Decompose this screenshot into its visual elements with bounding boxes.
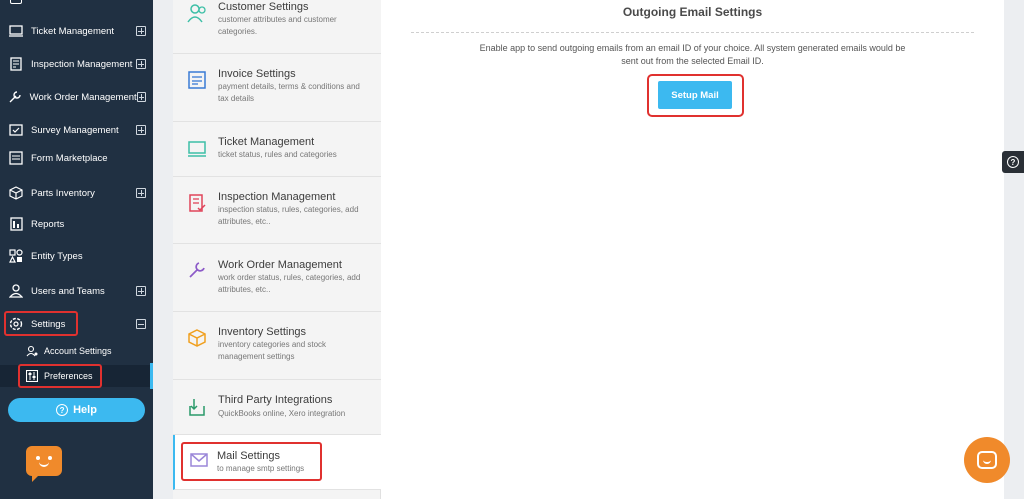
help-label: Help bbox=[73, 404, 97, 416]
sidebar-subitem-account-settings[interactable]: Account Settings bbox=[0, 340, 153, 362]
card-title: Work Order Management bbox=[218, 259, 342, 271]
card-description: inspection status, rules, categories, ad… bbox=[218, 205, 359, 226]
sidebar-item-label: Form Marketplace bbox=[31, 152, 108, 164]
settings-card-work-order[interactable]: Work Order Management work order status,… bbox=[173, 244, 381, 312]
chat-launcher-button[interactable] bbox=[964, 437, 1010, 483]
settings-list: Customer Settings customer attributes an… bbox=[173, 0, 381, 499]
sidebar-item-reports[interactable]: Reports bbox=[0, 209, 153, 239]
card-description: ticket status, rules and categories bbox=[218, 150, 337, 159]
card-title: Third Party Integrations bbox=[218, 394, 333, 406]
box-icon bbox=[8, 185, 24, 201]
mail-settings-highlight bbox=[181, 442, 322, 481]
sidebar-item-label: Inspection Management bbox=[31, 58, 133, 70]
ticket-icon bbox=[8, 23, 24, 39]
settings-card-ticket[interactable]: Ticket Management ticket status, rules a… bbox=[173, 122, 381, 177]
box-icon bbox=[188, 329, 206, 347]
chat-bot-icon[interactable] bbox=[26, 446, 62, 482]
card-description: customer attributes and customer categor… bbox=[218, 15, 337, 36]
inspection-icon bbox=[189, 194, 206, 212]
settings-highlight bbox=[4, 311, 78, 336]
reports-icon bbox=[8, 216, 24, 232]
settings-card-inspection[interactable]: Inspection Management inspection status,… bbox=[173, 177, 381, 244]
expand-icon[interactable] bbox=[136, 92, 146, 102]
wrench-icon bbox=[189, 262, 205, 278]
expand-icon[interactable] bbox=[136, 125, 146, 135]
shapes-icon bbox=[8, 248, 24, 264]
account-settings-icon bbox=[26, 345, 38, 357]
expand-icon[interactable] bbox=[136, 59, 146, 69]
integration-icon bbox=[189, 399, 205, 416]
customer-icon bbox=[187, 4, 206, 23]
sidebar-item-entity-types[interactable]: Entity Types bbox=[0, 241, 153, 271]
card-title: Inspection Management bbox=[218, 191, 336, 203]
sidebar-item-users-and-teams[interactable]: Users and Teams bbox=[0, 276, 153, 306]
main-content: Outgoing Email Settings Enable app to se… bbox=[381, 0, 1004, 499]
help-side-button[interactable]: ? bbox=[1002, 151, 1024, 173]
user-icon bbox=[8, 283, 24, 299]
chat-icon bbox=[977, 451, 997, 469]
sidebar-item-parts-inventory[interactable]: Parts Inventory bbox=[0, 178, 153, 208]
settings-card-inventory[interactable]: Inventory Settings inventory categories … bbox=[173, 312, 381, 380]
card-description: inventory categories and stock managemen… bbox=[218, 340, 327, 361]
sidebar-item-label: Reports bbox=[31, 218, 65, 230]
question-icon: ? bbox=[56, 404, 69, 416]
form-icon bbox=[8, 150, 24, 166]
invoice-icon bbox=[188, 71, 206, 89]
card-title: Ticket Management bbox=[218, 136, 315, 148]
expand-icon[interactable] bbox=[136, 188, 146, 198]
sidebar: Ticket Management Inspection Management … bbox=[0, 0, 153, 499]
ticket-icon bbox=[188, 141, 206, 157]
wrench-icon bbox=[8, 89, 23, 105]
question-icon: ? bbox=[1007, 156, 1019, 168]
sidebar-item-label: Ticket Management bbox=[31, 25, 115, 37]
inspection-icon bbox=[8, 56, 24, 72]
card-description: QuickBooks online, Xero integration bbox=[218, 409, 346, 418]
survey-icon bbox=[8, 122, 24, 138]
sidebar-item-label: Work Order Management bbox=[29, 91, 137, 103]
sidebar-item-ticket-management[interactable]: Ticket Management bbox=[0, 16, 153, 46]
card-title: Inventory Settings bbox=[218, 326, 307, 338]
card-title: Customer Settings bbox=[218, 1, 309, 13]
collapse-icon[interactable] bbox=[136, 319, 146, 329]
sidebar-item-label: Entity Types bbox=[31, 250, 83, 262]
divider bbox=[411, 32, 974, 33]
sidebar-item-label: Survey Management bbox=[31, 124, 119, 136]
card-description: work order status, rules, categories, ad… bbox=[218, 273, 361, 294]
card-title: Invoice Settings bbox=[218, 68, 296, 80]
expand-icon[interactable] bbox=[136, 26, 146, 36]
sidebar-item-survey-management[interactable]: Survey Management bbox=[0, 115, 153, 145]
sidebar-item-work-order-management[interactable]: Work Order Management bbox=[0, 82, 153, 112]
help-button[interactable]: ? Help bbox=[8, 398, 145, 422]
card-description: payment details, terms & conditions and … bbox=[218, 82, 360, 103]
page-title: Outgoing Email Settings bbox=[622, 5, 763, 19]
sidebar-item-form-marketplace[interactable]: Form Marketplace bbox=[0, 143, 153, 173]
page-description: Enable app to send outgoing emails from … bbox=[479, 43, 906, 66]
expand-icon[interactable] bbox=[136, 286, 146, 296]
top-cut-icon bbox=[10, 0, 22, 4]
active-indicator bbox=[150, 363, 153, 389]
sidebar-subitem-label: Account Settings bbox=[44, 346, 112, 356]
preferences-highlight bbox=[18, 364, 102, 388]
setup-mail-highlight bbox=[647, 74, 744, 117]
settings-card-invoice[interactable]: Invoice Settings payment details, terms … bbox=[173, 54, 381, 122]
settings-card-integrations[interactable]: Third Party Integrations QuickBooks onli… bbox=[173, 380, 381, 435]
sidebar-item-inspection-management[interactable]: Inspection Management bbox=[0, 49, 153, 79]
sidebar-item-label: Users and Teams bbox=[31, 285, 105, 297]
settings-card-customer[interactable]: Customer Settings customer attributes an… bbox=[173, 0, 381, 54]
sidebar-item-label: Parts Inventory bbox=[31, 187, 95, 199]
